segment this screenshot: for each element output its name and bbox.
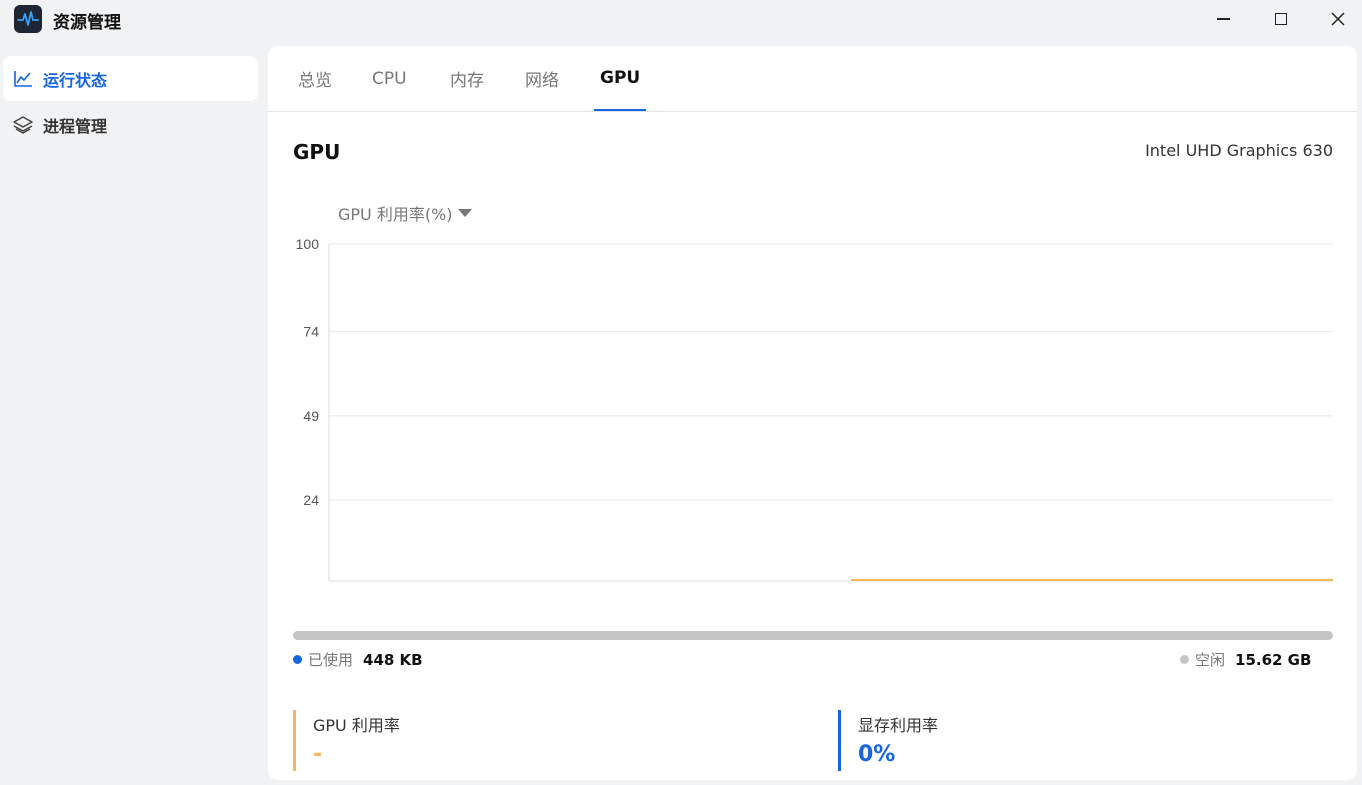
close-button[interactable] <box>1321 6 1355 32</box>
sidebar: 运行状态 进程管理 <box>0 40 268 785</box>
tab-cpu[interactable]: CPU <box>366 46 413 111</box>
layers-icon <box>13 115 33 135</box>
y-tick-label: 49 <box>303 408 319 424</box>
free-label: 空闲 <box>1195 651 1226 669</box>
line-chart-icon <box>13 69 33 89</box>
close-icon <box>1331 12 1345 26</box>
sidebar-item-status[interactable]: 运行状态 <box>3 56 258 101</box>
stat-label: GPU 利用率 <box>313 716 400 735</box>
tab-gpu[interactable]: GPU <box>594 46 647 111</box>
legend-used: 已使用 448 KB <box>293 649 423 670</box>
maximize-button[interactable] <box>1264 6 1298 32</box>
y-tick-label: 74 <box>303 324 319 340</box>
tab-memory[interactable]: 内存 <box>444 46 490 111</box>
minimize-button[interactable] <box>1206 6 1240 32</box>
title-bar: 资源管理 <box>0 0 1362 40</box>
stat-vram-utilization: 显存利用率 0% <box>838 710 938 771</box>
y-tick-label: 24 <box>303 492 319 508</box>
caret-down-icon <box>457 209 472 217</box>
gpu-model-name: Intel UHD Graphics 630 <box>1145 141 1333 160</box>
maximize-icon <box>1275 13 1287 25</box>
sidebar-item-process[interactable]: 进程管理 <box>3 102 258 147</box>
main-panel: 总览 CPU 内存 网络 GPU GPU Intel UHD Graphics … <box>268 46 1357 780</box>
tab-bar: 总览 CPU 内存 网络 GPU <box>268 46 1357 112</box>
free-value: 15.62 GB <box>1235 650 1312 669</box>
used-value: 448 KB <box>363 650 423 669</box>
stat-label: 显存利用率 <box>858 716 939 735</box>
stat-value: - <box>313 742 323 767</box>
y-tick-label: 100 <box>296 236 320 252</box>
tab-network[interactable]: 网络 <box>519 46 565 111</box>
memory-usage-bar <box>293 631 1333 640</box>
used-dot-icon <box>293 655 302 664</box>
app-logo-icon <box>14 5 42 33</box>
metric-dropdown[interactable]: GPU 利用率(%) <box>338 201 472 225</box>
stat-gpu-utilization: GPU 利用率 - <box>293 710 400 771</box>
tab-overview[interactable]: 总览 <box>292 46 338 111</box>
gpu-usage-chart: 100 74 49 24 <box>296 236 1333 582</box>
used-label: 已使用 <box>308 651 354 669</box>
sidebar-item-label: 进程管理 <box>43 116 108 136</box>
free-dot-icon <box>1180 655 1189 664</box>
gpu-heading: GPU <box>293 140 341 164</box>
legend-free: 空闲 15.62 GB <box>1180 649 1311 670</box>
metric-dropdown-label: GPU 利用率(%) <box>338 205 453 224</box>
stat-value: 0% <box>858 742 896 767</box>
minimize-icon <box>1216 18 1230 20</box>
app-title: 资源管理 <box>53 13 121 33</box>
sidebar-item-label: 运行状态 <box>43 70 108 90</box>
